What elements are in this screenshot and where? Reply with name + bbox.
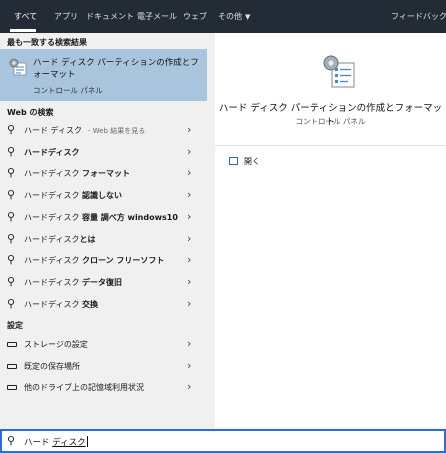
chevron-right-icon[interactable]: ›: [187, 253, 191, 266]
chevron-right-icon[interactable]: ›: [187, 380, 191, 393]
chevron-down-icon: ▼: [245, 13, 251, 21]
search-icon: ⚲: [7, 253, 16, 267]
detail-panel: ハード ディスク パーティションの作成とフォーマット コントロール パネル 開く: [215, 33, 446, 428]
web-result-bold: とは: [79, 234, 96, 244]
settings-heading: 設定: [7, 321, 23, 330]
storage-icon: [7, 385, 17, 391]
web-result-row[interactable]: ⚲ ハードディスク フォーマット ›: [0, 163, 207, 184]
search-icon: ⚲: [7, 188, 16, 202]
web-result-bold: 容量 調べ方 windows10: [81, 212, 178, 222]
web-result-row[interactable]: ⚲ ハードディスク 容量 調べ方 windows10 ›: [0, 207, 207, 228]
open-window-icon: [229, 157, 238, 165]
web-result-prefix: ハードディスク: [24, 212, 82, 222]
detail-divider: [215, 145, 446, 146]
web-result-row[interactable]: ⚲ ハード ディスク - Web 結果を見る ›: [0, 120, 207, 141]
web-result-row[interactable]: ⚲ ハードディスク ›: [0, 142, 207, 163]
tab-more[interactable]: その他 ▼: [218, 11, 250, 22]
web-result-hint: - Web 結果を見る: [87, 127, 146, 135]
tab-web[interactable]: ウェブ: [183, 11, 207, 22]
search-icon: ⚲: [7, 144, 16, 158]
tab-apps[interactable]: アプリ: [54, 11, 78, 22]
open-label: 開く: [244, 157, 260, 166]
web-result-text: ハードディスク: [24, 147, 85, 158]
control-panel-large-icon: [323, 55, 355, 88]
search-input[interactable]: ハード ディスク: [24, 436, 88, 448]
web-result-text: ハードディスク データ復旧: [24, 277, 128, 288]
tab-more-label: その他: [218, 12, 242, 21]
web-result-row[interactable]: ⚲ ハードディスク クローン フリーソフト ›: [0, 250, 207, 271]
web-result-text: ハードディスク 容量 調べ方 windows10: [24, 212, 184, 223]
search-icon: ⚲: [7, 296, 16, 310]
search-typed-text: ハード: [24, 438, 53, 448]
web-result-bold: 認識しない: [81, 191, 122, 201]
feedback-button[interactable]: フィードバック: [391, 11, 446, 22]
web-search-heading: Web の検索: [7, 108, 54, 117]
top-tab-bar: すべて アプリ ドキュメント 電子メール ウェブ その他 ▼ フィードバック: [0, 0, 446, 33]
tab-all[interactable]: すべて: [14, 11, 37, 22]
web-result-row[interactable]: ⚲ ハードディスクとは ›: [0, 229, 207, 250]
chevron-right-icon[interactable]: ›: [187, 210, 191, 223]
search-icon: ⚲: [7, 434, 16, 447]
detail-subtitle: コントロール パネル: [295, 117, 366, 126]
chevron-right-icon[interactable]: ›: [187, 337, 191, 350]
search-box[interactable]: ⚲ ハード ディスク: [0, 429, 446, 453]
search-icon: ⚲: [7, 274, 16, 288]
web-result-bold: クローン フリーソフト: [81, 256, 165, 266]
tab-documents[interactable]: ドキュメント: [86, 11, 134, 22]
web-result-prefix: ハードディスク: [24, 299, 82, 309]
web-result-row[interactable]: ⚲ ハードディスク 認識しない ›: [0, 185, 207, 206]
open-action[interactable]: 開く: [229, 156, 260, 167]
settings-result-label: 既定の保存場所: [24, 361, 80, 371]
search-icon: ⚲: [7, 209, 16, 223]
web-result-prefix: ハードディスク: [24, 169, 82, 179]
web-result-prefix: ハード ディスク: [24, 126, 82, 135]
web-result-prefix: ハードディスク: [24, 191, 82, 201]
results-panel: 最も一致する検索結果 ハード ディスク パーティションの作成とフォーマット コン…: [0, 33, 207, 428]
control-panel-app-icon: [9, 58, 27, 76]
web-result-prefix: ハードディスク: [24, 277, 82, 287]
search-icon: ⚲: [7, 231, 16, 245]
chevron-right-icon[interactable]: ›: [187, 359, 191, 372]
settings-result-row[interactable]: ストレージの設定 ›: [0, 334, 207, 355]
web-result-text: ハードディスク フォーマット: [24, 168, 136, 179]
web-result-prefix: ハードディスク: [24, 256, 82, 266]
settings-result-label: ストレージの設定: [24, 340, 88, 349]
web-result-bold: 交換: [81, 299, 98, 309]
chevron-right-icon[interactable]: ›: [187, 232, 191, 245]
text-cursor: [86, 436, 88, 447]
web-result-row[interactable]: ⚲ ハードディスク 交換 ›: [0, 294, 207, 315]
web-result-row[interactable]: ⚲ ハードディスク データ復旧 ›: [0, 272, 207, 293]
best-match-title: ハード ディスク パーティションの作成とフォーマット: [33, 58, 199, 80]
storage-icon: [7, 342, 17, 347]
web-result-text: ハードディスク 交換: [24, 299, 104, 310]
settings-result-label: 他のドライブ上の記憶域利用状況: [24, 383, 144, 393]
search-icon: ⚲: [7, 166, 16, 180]
web-result-bold: フォーマット: [81, 169, 130, 179]
best-match-subtitle: コントロール パネル: [33, 86, 103, 95]
chevron-right-icon[interactable]: ›: [187, 188, 191, 201]
web-result-text: ハード ディスク - Web 結果を見る: [24, 125, 145, 136]
chevron-right-icon[interactable]: ›: [187, 123, 191, 136]
tab-email[interactable]: 電子メール: [137, 11, 177, 22]
web-result-prefix: ハードディスク: [24, 234, 80, 244]
settings-result-row[interactable]: 既定の保存場所 ›: [0, 356, 207, 377]
web-result-text: ハードディスク 認識しない: [24, 190, 128, 201]
chevron-right-icon[interactable]: ›: [187, 166, 191, 179]
best-match-heading: 最も一致する検索結果: [7, 38, 87, 47]
chevron-right-icon[interactable]: ›: [187, 145, 191, 158]
web-result-bold: データ復旧: [81, 277, 122, 287]
storage-icon: [7, 363, 17, 369]
search-composing-text: ディスク: [52, 438, 86, 448]
best-match-item[interactable]: ハード ディスク パーティションの作成とフォーマット コントロール パネル: [0, 49, 207, 101]
active-tab-indicator: [10, 29, 36, 32]
web-result-text: ハードディスクとは: [24, 234, 101, 245]
chevron-right-icon[interactable]: ›: [187, 275, 191, 288]
search-icon: ⚲: [7, 123, 16, 136]
web-result-bold: ハードディスク: [24, 147, 80, 157]
web-result-text: ハードディスク クローン フリーソフト: [24, 255, 170, 266]
settings-result-row[interactable]: 他のドライブ上の記憶域利用状況 ›: [0, 377, 207, 398]
chevron-right-icon[interactable]: ›: [187, 297, 191, 310]
